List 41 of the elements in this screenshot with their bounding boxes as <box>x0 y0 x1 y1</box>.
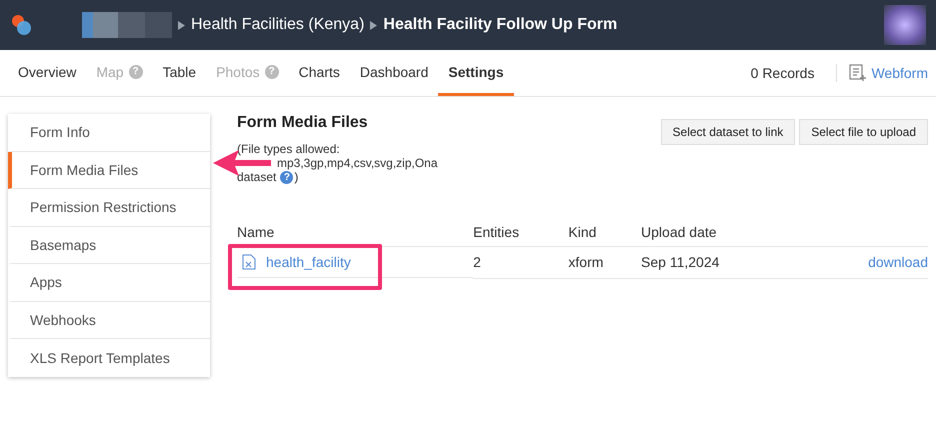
column-header: Kind <box>568 220 642 246</box>
webform-link[interactable]: Webform <box>871 65 928 81</box>
sidebar-item[interactable]: Webhooks <box>8 302 210 339</box>
tab[interactable]: Charts <box>288 50 350 96</box>
tab[interactable]: Overview <box>8 50 86 96</box>
file-link[interactable]: health_facility <box>266 254 351 270</box>
action-button[interactable]: Select file to upload <box>799 119 928 145</box>
column-header: Name <box>237 220 474 246</box>
action-button[interactable]: Select dataset to link <box>660 119 796 145</box>
avatar[interactable] <box>884 5 926 45</box>
column-header: Upload date <box>641 220 804 246</box>
help-icon: ? <box>128 64 143 78</box>
file-types-text: ) <box>294 170 298 184</box>
tab[interactable]: Dashboard <box>350 50 438 96</box>
file-types-text: mp3,3gp,mp4,csv,svg,zip,Ona <box>276 156 439 170</box>
sidebar-item[interactable]: Form Info <box>8 114 210 152</box>
triangle-icon <box>370 20 378 30</box>
sidebar-item[interactable]: Form Media Files <box>8 152 210 189</box>
record-count: 0 Records <box>750 65 814 81</box>
breadcrumb-link[interactable]: Health Facilities (Kenya) <box>191 16 364 34</box>
table-cell: Sep 11,2024 <box>641 246 804 278</box>
sidebar-item[interactable]: Basemaps <box>8 226 210 264</box>
page-title: Health Facility Follow Up Form <box>383 16 618 34</box>
tab[interactable]: Settings <box>438 50 514 96</box>
file-types-text: (File types allowed: <box>237 142 341 156</box>
column-header: Entities <box>473 220 568 246</box>
download-link[interactable]: download <box>868 254 928 270</box>
logo-icon <box>10 13 34 37</box>
help-icon: ? <box>264 64 279 78</box>
triangle-icon <box>178 20 185 30</box>
xls-file-icon <box>242 254 256 270</box>
sidebar-item[interactable]: XLS Report Templates <box>8 339 210 376</box>
section-title: Form Media Files <box>237 114 369 132</box>
table-cell: 2 <box>473 246 568 278</box>
sidebar-item[interactable]: Apps <box>8 264 210 302</box>
tab[interactable]: Table <box>152 50 206 96</box>
table-cell: xform <box>568 246 642 278</box>
form-add-icon <box>849 64 868 82</box>
help-icon[interactable]: ? <box>280 170 294 184</box>
file-types-text: dataset <box>237 170 276 184</box>
sidebar-item[interactable]: Permission Restrictions <box>8 189 210 226</box>
